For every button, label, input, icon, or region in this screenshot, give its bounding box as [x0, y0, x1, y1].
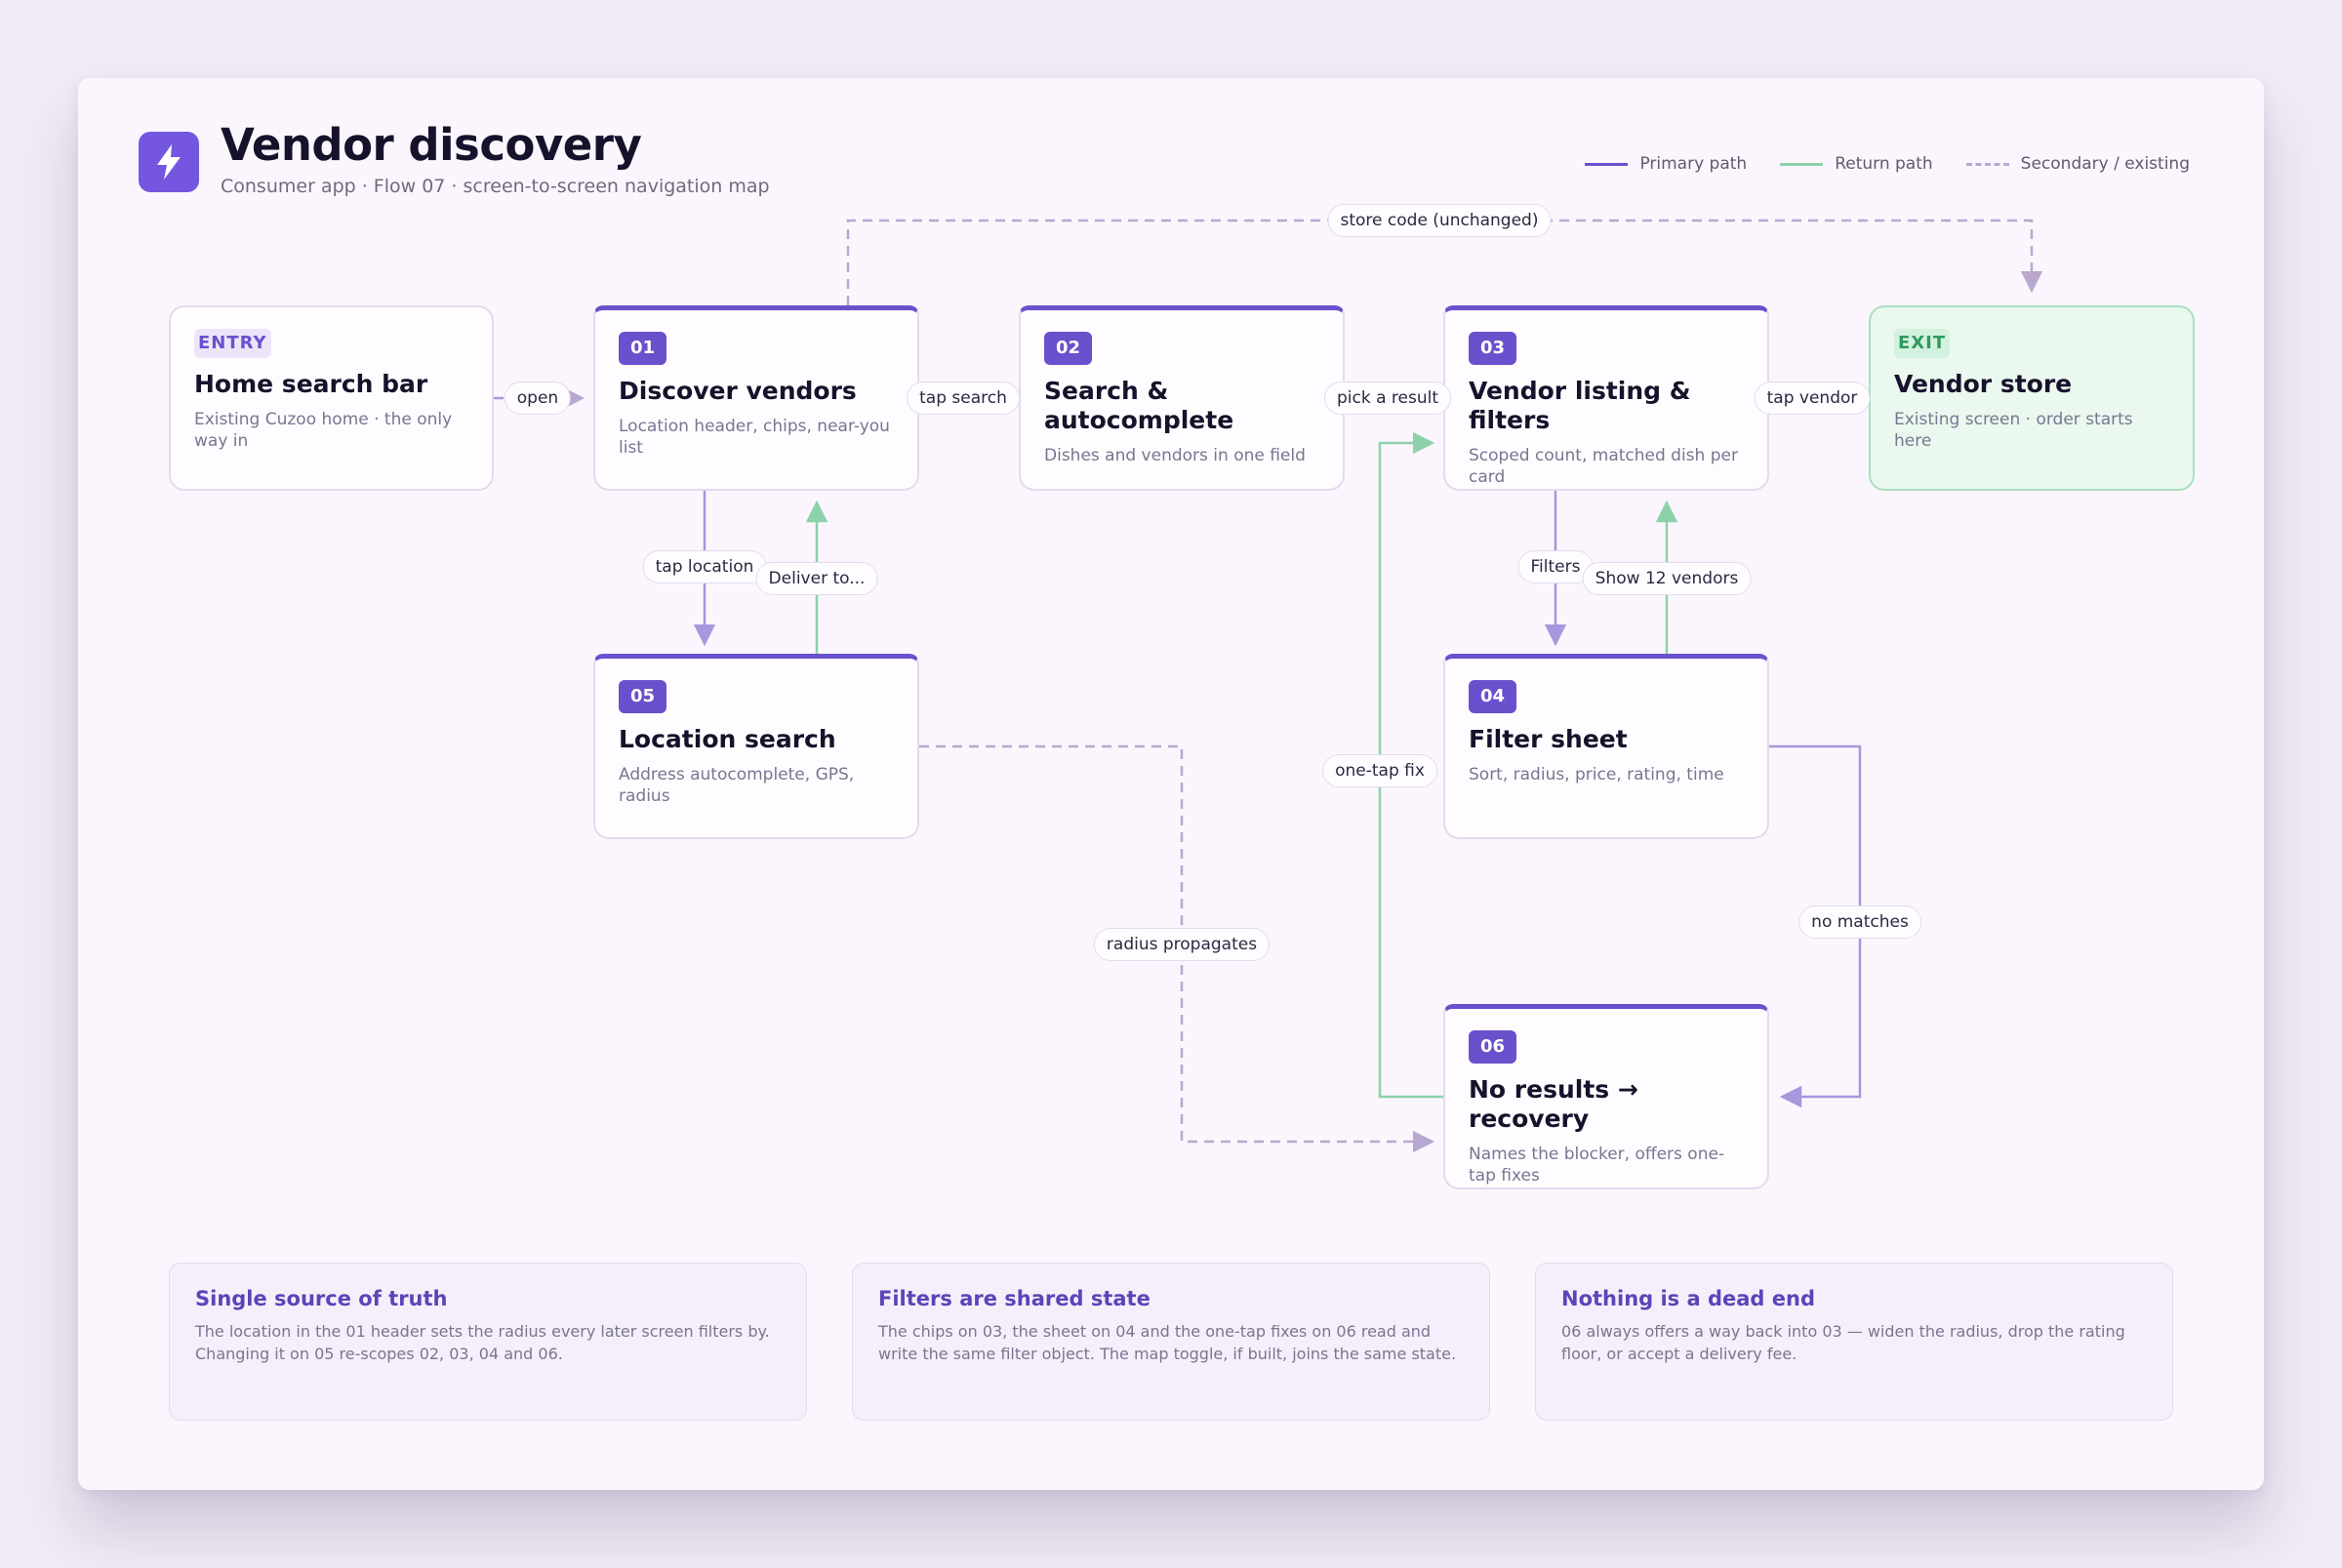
edge-label-show-vendors: Show 12 vendors	[1582, 562, 1752, 595]
entry-badge: ENTRY	[194, 329, 271, 358]
note-title: Filters are shared state	[878, 1287, 1151, 1310]
note-shared-state: Filters are shared state The chips on 03…	[852, 1263, 1490, 1421]
node-exit[interactable]: EXIT Vendor store Existing screen · orde…	[1869, 305, 2195, 491]
node-exit-title: Vendor store	[1894, 370, 2073, 398]
edge-label-tap-vendor: tap vendor	[1754, 382, 1871, 415]
node-02-desc: Dishes and vendors in one field	[1044, 446, 1306, 465]
note-title: Nothing is a dead end	[1561, 1287, 1815, 1310]
node-02-badge: 02	[1044, 332, 1093, 365]
node-03-desc: Scoped count, matched dish per card	[1469, 446, 1738, 487]
node-01-desc: Location header, chips, near-you list	[619, 417, 890, 458]
node-04-desc: Sort, radius, price, rating, time	[1469, 765, 1724, 784]
node-02-title: Search & autocomplete	[1044, 377, 1234, 434]
edge-label-store-code: store code (unchanged)	[1327, 204, 1552, 237]
node-01-badge: 01	[619, 332, 667, 365]
node-01-title: Discover vendors	[619, 377, 857, 405]
node-06-badge: 06	[1469, 1030, 1517, 1064]
note-text: The location in the 01 header sets the r…	[195, 1322, 770, 1363]
node-05-badge: 05	[619, 680, 667, 713]
node-06[interactable]: 06 No results → recovery Names the block…	[1443, 1004, 1769, 1189]
edge-label-tap-location: tap location	[642, 550, 767, 583]
node-05[interactable]: 05 Location search Address autocomplete,…	[593, 654, 919, 839]
edge-label-deliver-to: Deliver to...	[755, 562, 878, 595]
node-02[interactable]: 02 Search & autocomplete Dishes and vend…	[1019, 305, 1345, 491]
note-text: The chips on 03, the sheet on 04 and the…	[878, 1322, 1457, 1363]
edge-label-pick-result: pick a result	[1323, 382, 1452, 415]
node-06-desc: Names the blocker, offers one-tap fixes	[1469, 1145, 1725, 1186]
node-04-title: Filter sheet	[1469, 725, 1628, 753]
node-06-title: No results → recovery	[1469, 1075, 1638, 1133]
edge-label-radius-propagates: radius propagates	[1093, 928, 1271, 961]
node-entry[interactable]: ENTRY Home search bar Existing Cuzoo hom…	[169, 305, 494, 491]
edge-label-one-tap-fix: one-tap fix	[1322, 754, 1437, 787]
node-04-badge: 04	[1469, 680, 1517, 713]
node-05-desc: Address autocomplete, GPS, radius	[619, 765, 855, 806]
node-05-title: Location search	[619, 725, 836, 753]
note-single-source: Single source of truth The location in t…	[169, 1263, 807, 1421]
node-03-title: Vendor listing & filters	[1469, 377, 1691, 434]
node-entry-desc: Existing Cuzoo home · the only way in	[194, 410, 453, 451]
note-title: Single source of truth	[195, 1287, 448, 1310]
edge-label-tap-search: tap search	[907, 382, 1020, 415]
note-text: 06 always offers a way back into 03 — wi…	[1561, 1322, 2125, 1363]
node-entry-title: Home search bar	[194, 370, 428, 398]
node-01[interactable]: 01 Discover vendors Location header, chi…	[593, 305, 919, 491]
node-04[interactable]: 04 Filter sheet Sort, radius, price, rat…	[1443, 654, 1769, 839]
note-no-dead-end: Nothing is a dead end 06 always offers a…	[1535, 1263, 2173, 1421]
node-03[interactable]: 03 Vendor listing & filters Scoped count…	[1443, 305, 1769, 491]
node-03-badge: 03	[1469, 332, 1517, 365]
exit-badge: EXIT	[1894, 329, 1951, 358]
node-exit-desc: Existing screen · order starts here	[1894, 410, 2133, 451]
edge-label-no-matches: no matches	[1798, 905, 1921, 939]
edge-label-open: open	[504, 382, 572, 415]
